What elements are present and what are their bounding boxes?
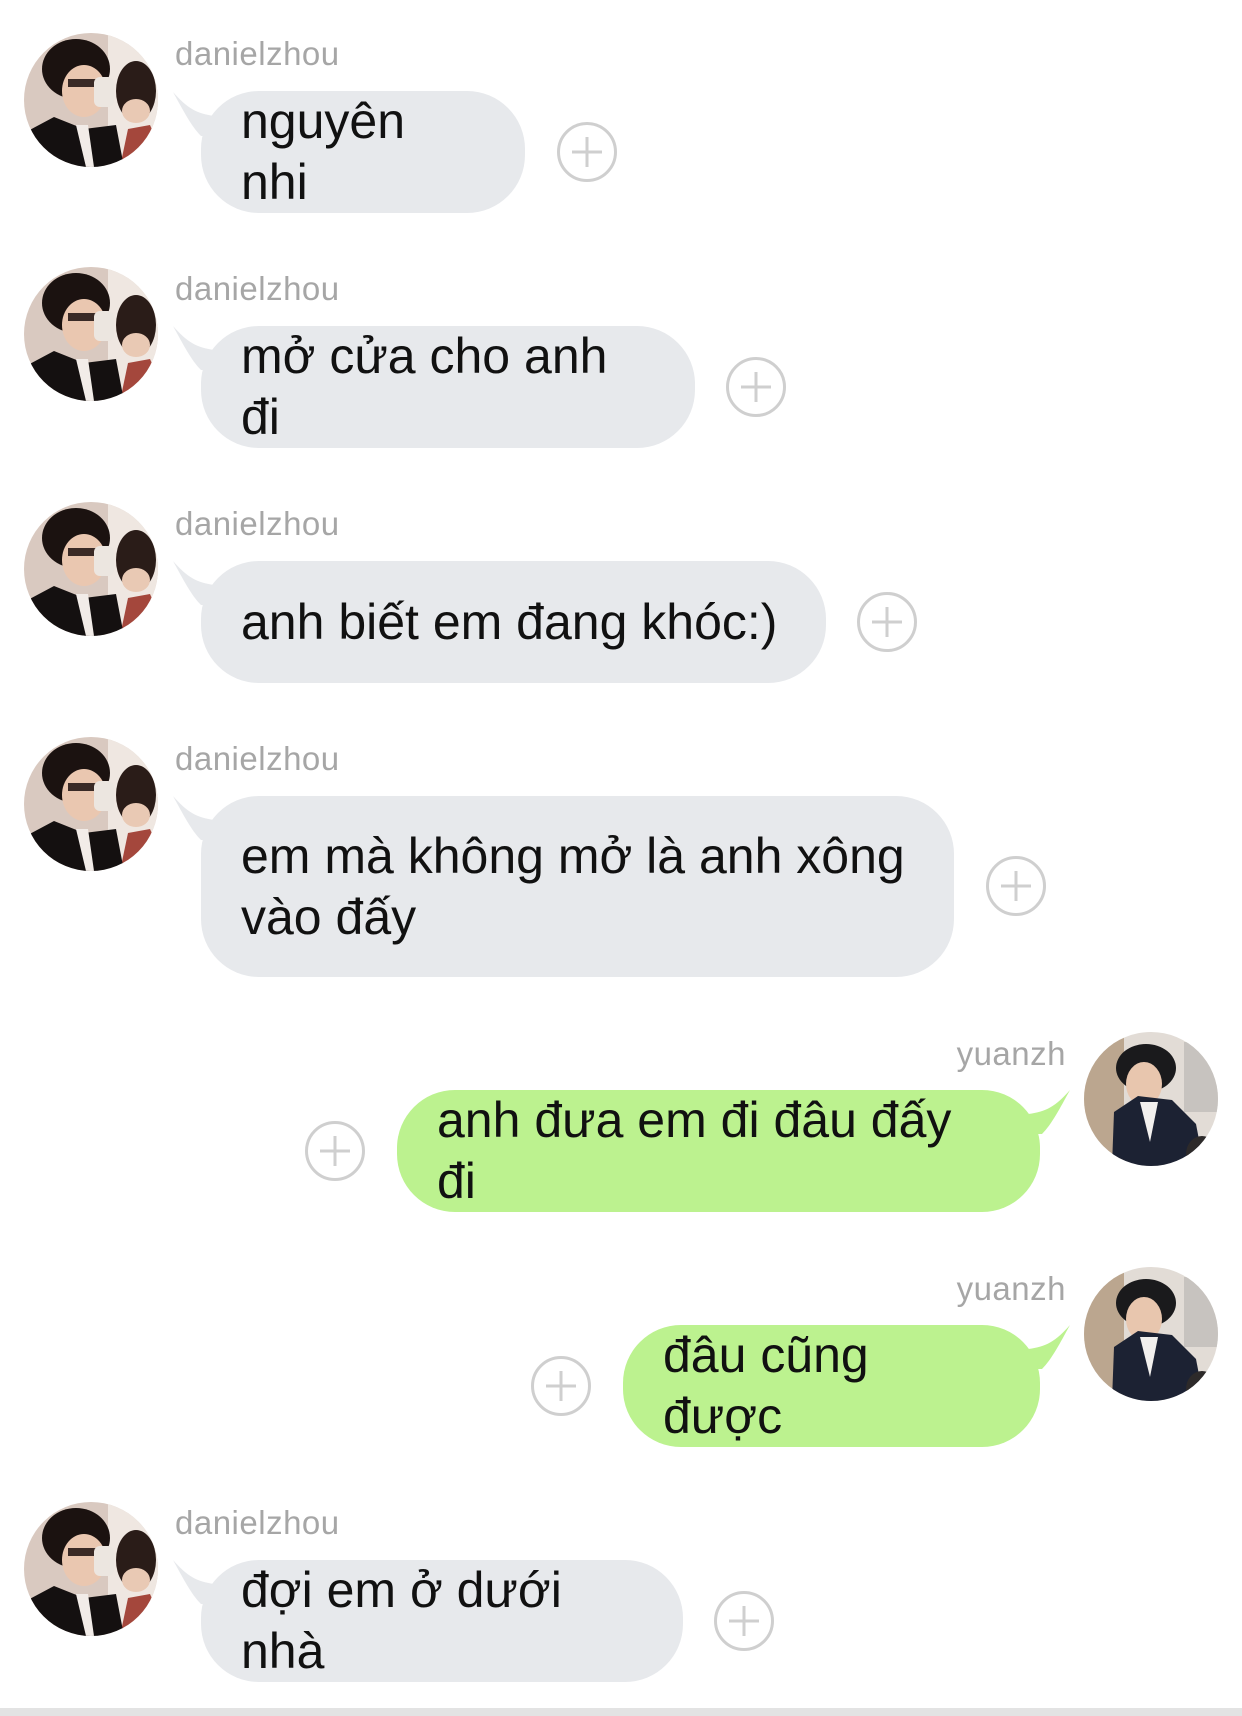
sender-name: yuanzh bbox=[956, 1270, 1066, 1307]
plus-circle-icon bbox=[713, 1590, 775, 1652]
chat-thread: danielzhou nguyên nhi danielzhou mở cửa … bbox=[0, 0, 1242, 1716]
avatar[interactable] bbox=[1084, 1267, 1218, 1401]
sender-name: danielzhou bbox=[175, 35, 340, 72]
avatar[interactable] bbox=[24, 1502, 158, 1636]
avatar[interactable] bbox=[1084, 1032, 1218, 1166]
message-bubble[interactable]: anh đưa em đi đâu đấy đi bbox=[397, 1090, 1040, 1212]
message-text: anh đưa em đi đâu đấy đi bbox=[437, 1092, 966, 1209]
add-reaction-button[interactable] bbox=[530, 1355, 592, 1417]
sender-name: danielzhou bbox=[175, 270, 340, 307]
plus-circle-icon bbox=[856, 591, 918, 653]
avatar-photo bbox=[1084, 1032, 1218, 1166]
message-bubble[interactable]: nguyên nhi bbox=[201, 91, 525, 213]
add-reaction-button[interactable] bbox=[725, 356, 787, 418]
message-text: mở cửa cho anh đi bbox=[241, 328, 622, 445]
sender-name: danielzhou bbox=[175, 1504, 340, 1541]
avatar[interactable] bbox=[24, 33, 158, 167]
message-text: em mà không mở là anh xông vào đấy bbox=[241, 827, 905, 945]
message-bubble[interactable]: em mà không mở là anh xông vào đấy bbox=[201, 796, 954, 977]
sender-name: yuanzh bbox=[956, 1035, 1066, 1072]
add-reaction-button[interactable] bbox=[713, 1590, 775, 1652]
avatar-photo bbox=[24, 502, 158, 636]
plus-circle-icon bbox=[985, 855, 1047, 917]
bottom-divider bbox=[0, 1708, 1242, 1716]
message-text: nguyên nhi bbox=[241, 93, 419, 210]
add-reaction-button[interactable] bbox=[856, 591, 918, 653]
plus-circle-icon bbox=[304, 1120, 366, 1182]
avatar[interactable] bbox=[24, 267, 158, 401]
avatar-photo bbox=[24, 33, 158, 167]
avatar-photo bbox=[24, 737, 158, 871]
message-text: đâu cũng được bbox=[663, 1327, 883, 1444]
add-reaction-button[interactable] bbox=[304, 1120, 366, 1182]
plus-circle-icon bbox=[556, 121, 618, 183]
add-reaction-button[interactable] bbox=[985, 855, 1047, 917]
avatar-photo bbox=[24, 1502, 158, 1636]
add-reaction-button[interactable] bbox=[556, 121, 618, 183]
message-bubble[interactable]: đâu cũng được bbox=[623, 1325, 1040, 1447]
plus-circle-icon bbox=[725, 356, 787, 418]
message-bubble[interactable]: anh biết em đang khóc:) bbox=[201, 561, 826, 683]
avatar-photo bbox=[1084, 1267, 1218, 1401]
message-text: đợi em ở dưới nhà bbox=[241, 1562, 576, 1679]
avatar-photo bbox=[24, 267, 158, 401]
plus-circle-icon bbox=[530, 1355, 592, 1417]
message-bubble[interactable]: mở cửa cho anh đi bbox=[201, 326, 695, 448]
sender-name: danielzhou bbox=[175, 740, 340, 777]
avatar[interactable] bbox=[24, 502, 158, 636]
sender-name: danielzhou bbox=[175, 505, 340, 542]
message-bubble[interactable]: đợi em ở dưới nhà bbox=[201, 1560, 683, 1682]
message-text: anh biết em đang khóc:) bbox=[241, 593, 778, 650]
avatar[interactable] bbox=[24, 737, 158, 871]
